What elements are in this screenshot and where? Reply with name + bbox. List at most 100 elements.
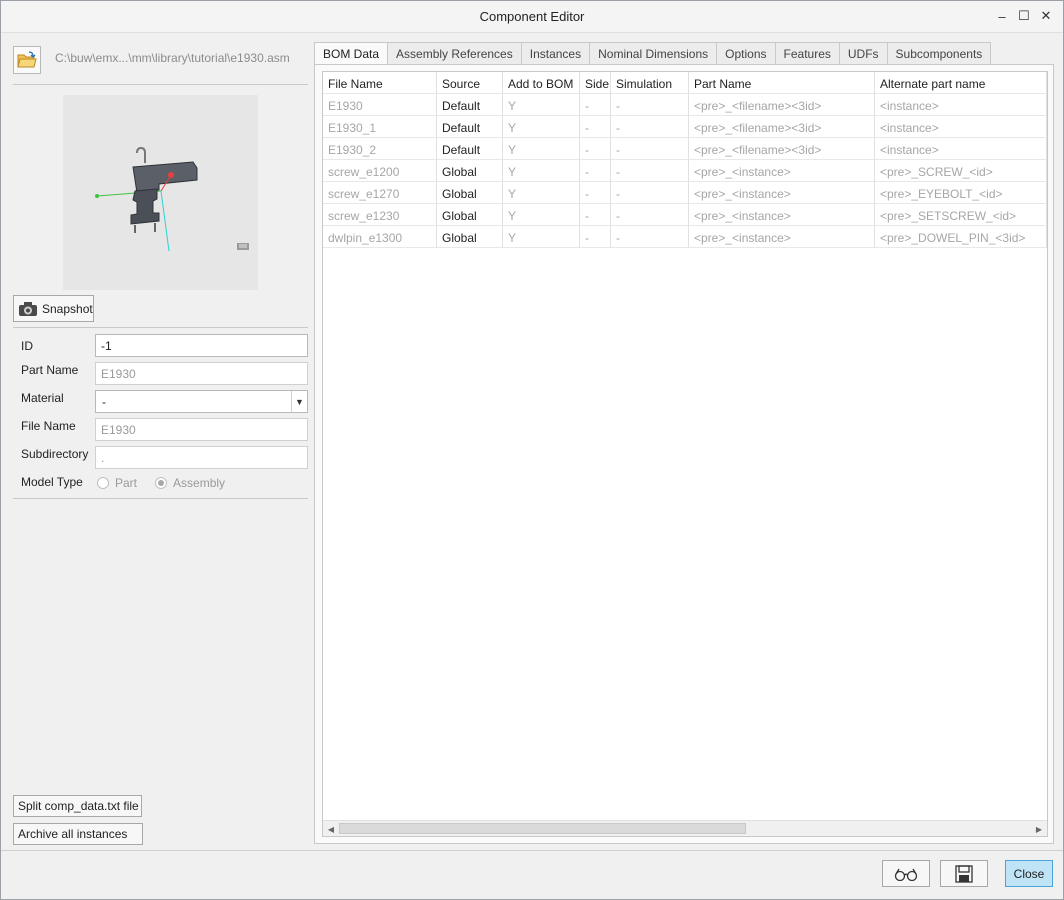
minimize-button[interactable]: – [993, 7, 1011, 25]
camera-icon [19, 301, 37, 316]
column-header-part-name[interactable]: Part Name [689, 72, 875, 94]
assembly-radio[interactable] [155, 477, 168, 489]
cell-simulation[interactable]: - [611, 182, 689, 204]
cell-add-to-bom[interactable]: Y [503, 94, 580, 116]
tab-bar: BOM Data Assembly References Instances N… [314, 42, 992, 66]
cell-simulation[interactable]: - [611, 204, 689, 226]
column-header-side[interactable]: Side [580, 72, 611, 94]
tab-features[interactable]: Features [775, 42, 840, 65]
maximize-button[interactable]: ☐ [1015, 7, 1033, 25]
cell-side[interactable]: - [580, 204, 611, 226]
subdirectory-input[interactable] [95, 446, 308, 469]
cell-side[interactable]: - [580, 94, 611, 116]
cell-source[interactable]: Global [437, 226, 503, 248]
snapshot-label: Snapshot [42, 301, 93, 316]
save-button[interactable] [940, 860, 988, 887]
tab-bom-data[interactable]: BOM Data [314, 42, 389, 66]
cell-part-name[interactable]: <pre>_<filename><3id> [689, 138, 875, 160]
cell-source[interactable]: Global [437, 204, 503, 226]
cell-alternate-part-name[interactable]: <instance> [875, 116, 1047, 138]
scrollbar-thumb[interactable] [339, 823, 746, 834]
column-header-simulation[interactable]: Simulation [611, 72, 689, 94]
cell-file-name[interactable]: E1930_2 [323, 138, 437, 160]
cell-add-to-bom[interactable]: Y [503, 116, 580, 138]
cell-side[interactable]: - [580, 160, 611, 182]
cell-simulation[interactable]: - [611, 94, 689, 116]
cell-simulation[interactable]: - [611, 138, 689, 160]
table-row[interactable]: E1930_1 Default Y - - <pre>_<filename><3id> <i… [323, 116, 1047, 138]
cell-file-name[interactable]: screw_e1200 [323, 160, 437, 182]
tab-assembly-references[interactable]: Assembly References [388, 42, 522, 65]
cell-alternate-part-name[interactable]: <pre>_EYEBOLT_<id> [875, 182, 1047, 204]
scroll-right-icon[interactable]: ▶ [1033, 823, 1045, 835]
cell-side[interactable]: - [580, 116, 611, 138]
tab-subcomponents[interactable]: Subcomponents [887, 42, 992, 65]
column-header-add-to-bom[interactable]: Add to BOM [503, 72, 580, 94]
cell-add-to-bom[interactable]: Y [503, 138, 580, 160]
tab-options[interactable]: Options [717, 42, 776, 65]
cell-side[interactable]: - [580, 226, 611, 248]
tab-instances[interactable]: Instances [521, 42, 591, 65]
id-input[interactable] [95, 334, 308, 357]
preview-button[interactable] [882, 860, 930, 887]
part-radio[interactable] [97, 477, 109, 489]
table-row[interactable]: screw_e1270 Global Y - - <pre>_<instance> <pre… [323, 182, 1047, 204]
snapshot-button[interactable]: Snapshot [13, 295, 94, 322]
table-row[interactable]: dwlpin_e1300 Global Y - - <pre>_<instance> <pr… [323, 226, 1047, 248]
file-name-input[interactable] [95, 418, 308, 441]
cell-part-name[interactable]: <pre>_<instance> [689, 204, 875, 226]
column-header-alternate-part-name[interactable]: Alternate part name [875, 72, 1047, 94]
part-name-input[interactable] [95, 362, 308, 385]
cell-simulation[interactable]: - [611, 226, 689, 248]
cell-file-name[interactable]: dwlpin_e1300 [323, 226, 437, 248]
cell-alternate-part-name[interactable]: <instance> [875, 138, 1047, 160]
close-button[interactable]: Close [1005, 860, 1053, 887]
cell-add-to-bom[interactable]: Y [503, 226, 580, 248]
cell-side[interactable]: - [580, 182, 611, 204]
cell-part-name[interactable]: <pre>_<filename><3id> [689, 94, 875, 116]
cell-source[interactable]: Global [437, 182, 503, 204]
table-row[interactable]: E1930 Default Y - - <pre>_<filename><3id> <ins… [323, 94, 1047, 116]
bom-data-panel: ◀ ▶ File Name Source Add to BOM Side Simulat… [314, 64, 1054, 844]
cell-add-to-bom[interactable]: Y [503, 182, 580, 204]
part-radio-label: Part [115, 476, 138, 490]
cell-source[interactable]: Default [437, 116, 503, 138]
cell-part-name[interactable]: <pre>_<instance> [689, 160, 875, 182]
column-header-source[interactable]: Source [437, 72, 503, 94]
scroll-left-icon[interactable]: ◀ [325, 823, 337, 835]
table-row[interactable]: screw_e1200 Global Y - - <pre>_<instance> <pre… [323, 160, 1047, 182]
cell-file-name[interactable]: E1930 [323, 94, 437, 116]
tab-nominal-dimensions[interactable]: Nominal Dimensions [590, 42, 718, 65]
tab-udfs[interactable]: UDFs [839, 42, 888, 65]
cell-alternate-part-name[interactable]: <pre>_DOWEL_PIN_<3id> [875, 226, 1047, 248]
cell-file-name[interactable]: screw_e1230 [323, 204, 437, 226]
cell-add-to-bom[interactable]: Y [503, 204, 580, 226]
cell-part-name[interactable]: <pre>_<instance> [689, 226, 875, 248]
cell-part-name[interactable]: <pre>_<instance> [689, 182, 875, 204]
subdirectory-label: Subdirectory [21, 447, 89, 461]
cell-file-name[interactable]: screw_e1270 [323, 182, 437, 204]
material-select[interactable]: - ▼ [95, 390, 308, 413]
model-type-label: Model Type [21, 475, 83, 489]
chevron-down-icon[interactable]: ▼ [291, 391, 307, 412]
open-file-button[interactable] [13, 46, 41, 74]
table-row[interactable]: E1930_2 Default Y - - <pre>_<filename><3id> <i… [323, 138, 1047, 160]
horizontal-scrollbar[interactable]: ◀ ▶ [323, 820, 1047, 836]
cell-alternate-part-name[interactable]: <pre>_SETSCREW_<id> [875, 204, 1047, 226]
cell-add-to-bom[interactable]: Y [503, 160, 580, 182]
close-window-button[interactable]: ✕ [1037, 7, 1055, 25]
cell-alternate-part-name[interactable]: <pre>_SCREW_<id> [875, 160, 1047, 182]
split-comp-data-button[interactable]: Split comp_data.txt file [13, 795, 142, 817]
cell-simulation[interactable]: - [611, 116, 689, 138]
cell-source[interactable]: Default [437, 138, 503, 160]
archive-all-instances-button[interactable]: Archive all instances [13, 823, 143, 845]
table-row[interactable]: screw_e1230 Global Y - - <pre>_<instance> <pre… [323, 204, 1047, 226]
cell-source[interactable]: Global [437, 160, 503, 182]
column-header-file-name[interactable]: File Name [323, 72, 437, 94]
cell-file-name[interactable]: E1930_1 [323, 116, 437, 138]
cell-source[interactable]: Default [437, 94, 503, 116]
cell-alternate-part-name[interactable]: <instance> [875, 94, 1047, 116]
cell-side[interactable]: - [580, 138, 611, 160]
cell-simulation[interactable]: - [611, 160, 689, 182]
cell-part-name[interactable]: <pre>_<filename><3id> [689, 116, 875, 138]
